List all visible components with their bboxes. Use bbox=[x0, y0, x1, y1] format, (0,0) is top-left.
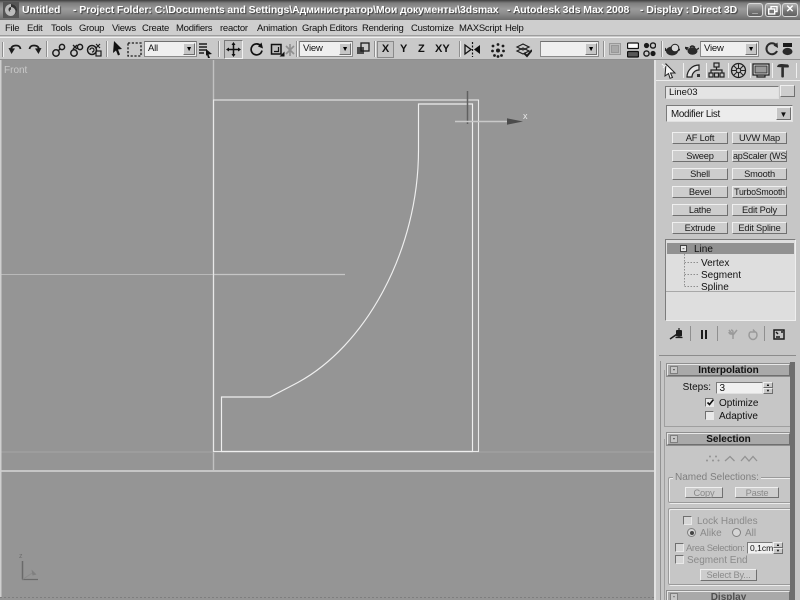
svg-text:x: x bbox=[523, 111, 528, 121]
svg-text:z: z bbox=[19, 553, 23, 560]
svg-text:Front: Front bbox=[4, 65, 28, 76]
